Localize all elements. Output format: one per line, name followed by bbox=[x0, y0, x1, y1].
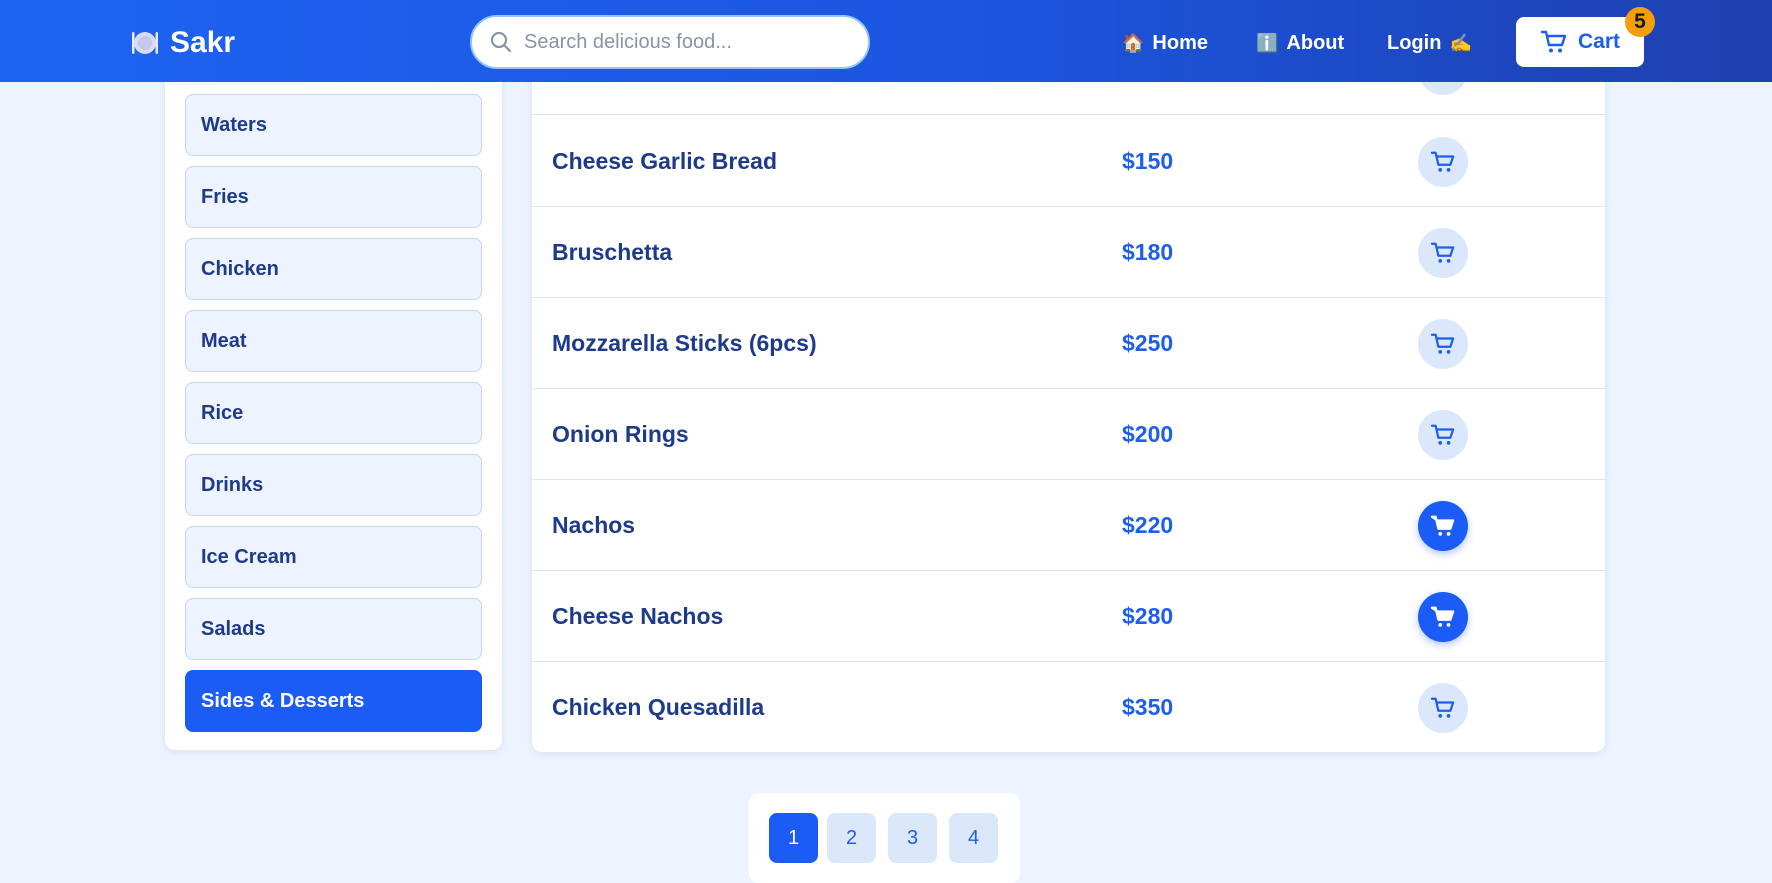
item-price: $250 bbox=[1122, 330, 1174, 356]
item-name: Onion Rings bbox=[552, 421, 689, 447]
add-to-cart-button[interactable] bbox=[1418, 319, 1468, 369]
category-chicken[interactable]: Chicken bbox=[185, 238, 482, 300]
brand-name: Sakr bbox=[170, 26, 236, 59]
category-rice[interactable]: Rice bbox=[185, 382, 482, 444]
nav-login-label: Login bbox=[1387, 31, 1442, 54]
table-row: Onion Rings $200 bbox=[532, 389, 1605, 480]
top-navbar: Sakr 🏠 Home ℹ️ About Login ✍️ Cart 5 bbox=[0, 0, 1772, 82]
add-to-cart-button[interactable] bbox=[1418, 592, 1468, 642]
category-sides-desserts[interactable]: Sides & Desserts bbox=[185, 670, 482, 732]
page-button-2[interactable]: 2 bbox=[827, 813, 876, 863]
table-row: Cheese Garlic Bread $150 bbox=[532, 116, 1605, 207]
add-to-cart-button[interactable] bbox=[1418, 228, 1468, 278]
cart-icon bbox=[1430, 333, 1455, 354]
cart-icon bbox=[1430, 606, 1455, 627]
category-waters[interactable]: Waters bbox=[185, 94, 482, 156]
info-icon: ℹ️ bbox=[1256, 32, 1279, 53]
item-price: $200 bbox=[1122, 421, 1174, 447]
add-to-cart-button[interactable] bbox=[1418, 501, 1468, 551]
page-button-3[interactable]: 3 bbox=[888, 813, 937, 863]
brand[interactable]: Sakr bbox=[130, 26, 235, 60]
house-icon: 🏠 bbox=[1122, 32, 1145, 53]
writing-hand-icon: ✍️ bbox=[1449, 32, 1472, 53]
add-to-cart-button[interactable] bbox=[1418, 137, 1468, 187]
table-row: Mozzarella Sticks (6pcs) $250 bbox=[532, 298, 1605, 389]
item-price: $180 bbox=[1122, 239, 1174, 265]
item-price: $350 bbox=[1122, 694, 1174, 720]
search-icon bbox=[490, 31, 512, 53]
cart-icon bbox=[1430, 151, 1455, 172]
table-row: Cheese Nachos $280 bbox=[532, 571, 1605, 662]
nav-about-label: About bbox=[1286, 31, 1345, 54]
category-sidebar: Waters Fries Chicken Meat Rice Drinks Ic… bbox=[165, 60, 502, 750]
table-row: Chicken Quesadilla $350 bbox=[532, 662, 1605, 752]
page-button-1[interactable]: 1 bbox=[769, 813, 818, 863]
nav-home-label: Home bbox=[1152, 31, 1208, 54]
cart-icon bbox=[1430, 242, 1455, 263]
cart-icon bbox=[1540, 30, 1567, 53]
table-row: Bruschetta $180 bbox=[532, 207, 1605, 298]
plate-icon bbox=[132, 32, 158, 54]
nav-about[interactable]: ℹ️ About bbox=[1256, 29, 1344, 57]
page-button-4[interactable]: 4 bbox=[949, 813, 998, 863]
item-price: $220 bbox=[1122, 512, 1174, 538]
cart-count-badge: 5 bbox=[1625, 7, 1655, 37]
nav-home[interactable]: 🏠 Home bbox=[1122, 29, 1208, 57]
search-bar[interactable] bbox=[470, 15, 870, 69]
category-drinks[interactable]: Drinks bbox=[185, 454, 482, 516]
add-to-cart-button[interactable] bbox=[1418, 683, 1468, 733]
item-name: Nachos bbox=[552, 512, 636, 538]
cart-label: Cart bbox=[1577, 30, 1620, 53]
item-name: Mozzarella Sticks (6pcs) bbox=[552, 330, 817, 356]
search-input[interactable] bbox=[524, 30, 844, 54]
item-name: Cheese Nachos bbox=[552, 603, 724, 629]
category-ice-cream[interactable]: Ice Cream bbox=[185, 526, 482, 588]
add-to-cart-button[interactable] bbox=[1418, 410, 1468, 460]
menu-items-table: Cheese Garlic Bread $150 Bruschetta $180… bbox=[532, 60, 1605, 752]
item-price: $280 bbox=[1122, 603, 1174, 629]
item-name: Chicken Quesadilla bbox=[552, 694, 765, 720]
nav-login[interactable]: Login ✍️ bbox=[1387, 29, 1472, 57]
category-salads[interactable]: Salads bbox=[185, 598, 482, 660]
cart-icon bbox=[1430, 424, 1455, 445]
item-name: Cheese Garlic Bread bbox=[552, 148, 778, 174]
category-meat[interactable]: Meat bbox=[185, 310, 482, 372]
cart-icon bbox=[1430, 697, 1455, 718]
cart-icon bbox=[1430, 515, 1455, 536]
item-price: $150 bbox=[1122, 148, 1174, 174]
category-fries[interactable]: Fries bbox=[185, 166, 482, 228]
table-row: Nachos $220 bbox=[532, 480, 1605, 571]
item-name: Bruschetta bbox=[552, 239, 673, 265]
